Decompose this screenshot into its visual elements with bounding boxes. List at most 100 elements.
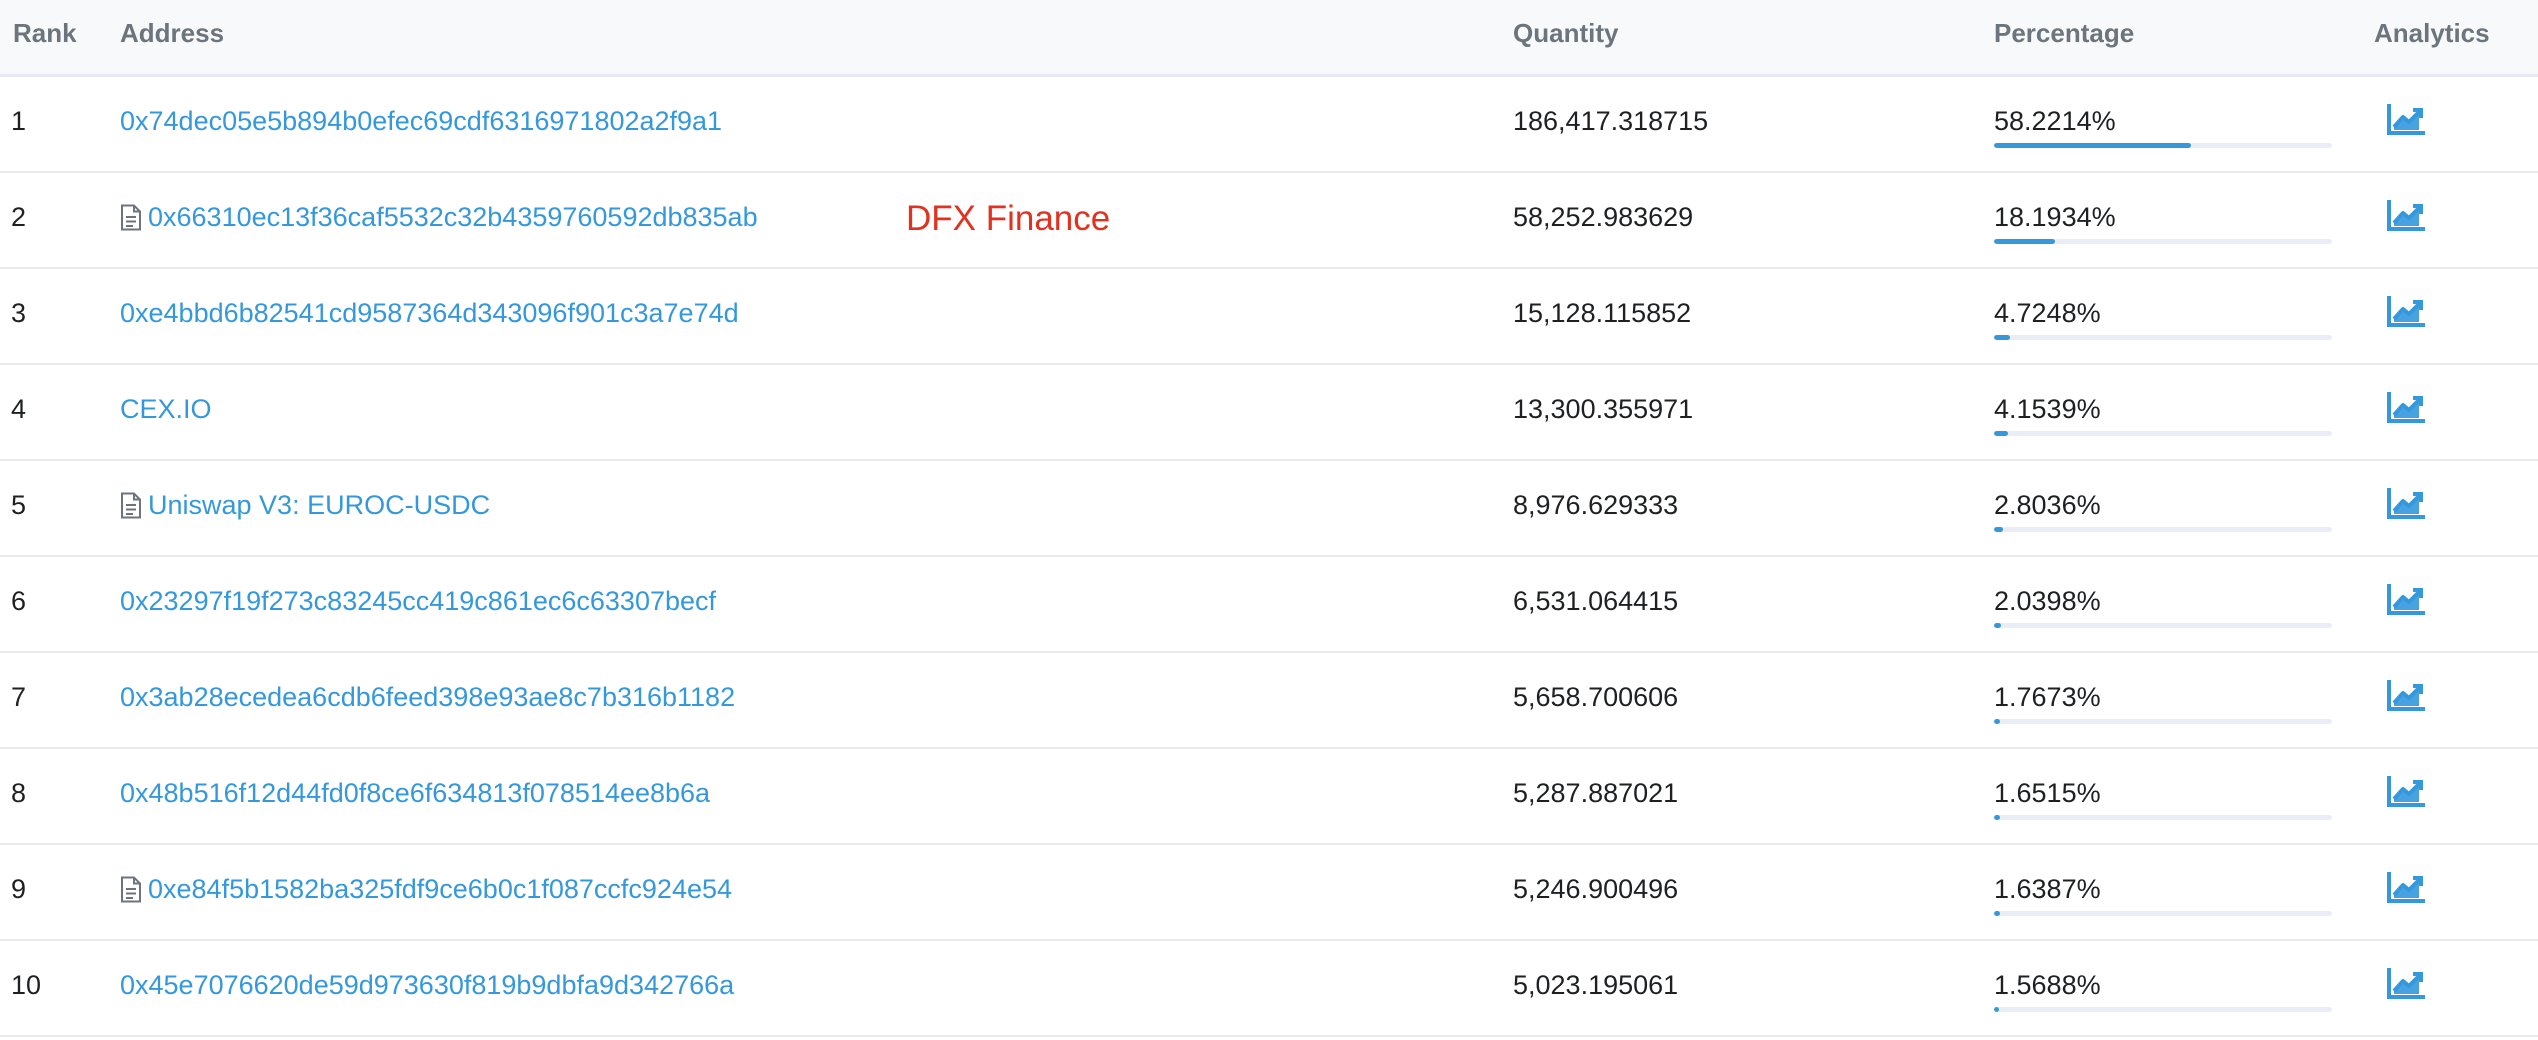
- address-link[interactable]: 0x48b516f12d44fd0f8ce6f634813f078514ee8b…: [120, 775, 710, 811]
- rank-cell: 9: [11, 874, 27, 904]
- address-link[interactable]: 0x45e7076620de59d973630f819b9dbfa9d34276…: [120, 967, 734, 1003]
- analytics-chart-icon[interactable]: [2386, 199, 2426, 233]
- quantity-cell: 58,252.983629: [1513, 202, 1694, 232]
- table-row: 1 0x74dec05e5b894b0efec69cdf6316971802a2f…: [0, 77, 2538, 173]
- percentage-cell: 58.2214%: [1994, 106, 2116, 136]
- percentage-cell: 4.1539%: [1994, 394, 2101, 424]
- table-row: 6 0x23297f19f273c83245cc419c861ec6c63307b…: [0, 557, 2538, 653]
- rank-cell: 3: [11, 298, 27, 328]
- address-cell: 0x45e7076620de59d973630f819b9dbfa9d34276…: [120, 967, 734, 1003]
- table-header: Rank Address Quantity Percentage Analyti…: [0, 0, 2538, 77]
- address-link[interactable]: 0x66310ec13f36caf5532c32b4359760592db835…: [148, 199, 758, 235]
- percentage-bar: [1994, 239, 2332, 244]
- rank-cell: 8: [11, 778, 27, 808]
- annotation-label: DFX Finance: [906, 199, 1111, 238]
- rank-cell: 5: [11, 490, 27, 520]
- quantity-cell: 186,417.318715: [1513, 106, 1709, 136]
- header-rank: Rank: [13, 18, 77, 48]
- quantity-cell: 5,023.195061: [1513, 970, 1679, 1000]
- percentage-bar: [1994, 335, 2332, 340]
- percentage-cell: 1.6387%: [1994, 874, 2101, 904]
- table-row: 9 0xe84f5b1582ba325fdf9ce6b0c1f087ccfc924…: [0, 845, 2538, 941]
- address-link[interactable]: CEX.IO: [120, 391, 212, 427]
- percentage-bar: [1994, 623, 2332, 628]
- percentage-bar-fill: [1994, 719, 2000, 724]
- percentage-cell: 2.0398%: [1994, 586, 2101, 616]
- rank-cell: 7: [11, 682, 27, 712]
- analytics-chart-icon[interactable]: [2386, 871, 2426, 905]
- table-row: 8 0x48b516f12d44fd0f8ce6f634813f078514ee8…: [0, 749, 2538, 845]
- table-row: 4 CEX.IO 13,300.355971 4.1539%: [0, 365, 2538, 461]
- percentage-bar: [1994, 431, 2332, 436]
- percentage-bar-fill: [1994, 1007, 2000, 1012]
- percentage-cell: 18.1934%: [1994, 202, 2116, 232]
- table-row: 5 Uniswap V3: EUROC-USDC 8,976.629333 2.803…: [0, 461, 2538, 557]
- percentage-cell: 1.5688%: [1994, 970, 2101, 1000]
- percentage-bar-fill: [1994, 623, 2001, 628]
- percentage-bar: [1994, 911, 2332, 916]
- token-holders-table: Rank Address Quantity Percentage Analyti…: [0, 0, 2538, 1040]
- address-cell: 0x48b516f12d44fd0f8ce6f634813f078514ee8b…: [120, 775, 710, 811]
- rank-cell: 2: [11, 202, 27, 232]
- percentage-cell: 1.6515%: [1994, 778, 2101, 808]
- address-link[interactable]: 0xe84f5b1582ba325fdf9ce6b0c1f087ccfc924e…: [148, 871, 732, 907]
- address-link[interactable]: 0x23297f19f273c83245cc419c861ec6c63307be…: [120, 583, 716, 619]
- address-link[interactable]: Uniswap V3: EUROC-USDC: [148, 487, 490, 523]
- address-link[interactable]: 0xe4bbd6b82541cd9587364d343096f901c3a7e7…: [120, 295, 739, 331]
- quantity-cell: 8,976.629333: [1513, 490, 1679, 520]
- address-cell: 0xe4bbd6b82541cd9587364d343096f901c3a7e7…: [120, 295, 739, 331]
- percentage-bar-fill: [1994, 335, 2010, 340]
- percentage-bar-fill: [1994, 143, 2191, 148]
- rank-cell: 6: [11, 586, 27, 616]
- quantity-cell: 6,531.064415: [1513, 586, 1679, 616]
- percentage-bar-fill: [1994, 911, 2000, 916]
- quantity-cell: 5,658.700606: [1513, 682, 1679, 712]
- analytics-chart-icon[interactable]: [2386, 487, 2426, 521]
- percentage-cell: 4.7248%: [1994, 298, 2101, 328]
- quantity-cell: 13,300.355971: [1513, 394, 1694, 424]
- analytics-chart-icon[interactable]: [2386, 679, 2426, 713]
- header-percentage: Percentage: [1994, 18, 2135, 48]
- analytics-chart-icon[interactable]: [2386, 295, 2426, 329]
- address-cell: 0xe84f5b1582ba325fdf9ce6b0c1f087ccfc924e…: [120, 871, 732, 907]
- address-link[interactable]: 0x3ab28ecedea6cdb6feed398e93ae8c7b316b11…: [120, 679, 735, 715]
- percentage-bar-fill: [1994, 239, 2056, 244]
- header-address: Address: [120, 18, 225, 48]
- rank-cell: 4: [11, 394, 27, 424]
- address-cell: 0x66310ec13f36caf5532c32b4359760592db835…: [120, 199, 758, 235]
- address-cell: 0x74dec05e5b894b0efec69cdf6316971802a2f9…: [120, 103, 722, 139]
- table-row: 2 0x66310ec13f36caf5532c32b4359760592db83…: [0, 173, 2538, 269]
- analytics-chart-icon[interactable]: [2386, 967, 2426, 1001]
- percentage-bar: [1994, 815, 2332, 820]
- rank-cell: 1: [11, 106, 27, 136]
- analytics-chart-icon[interactable]: [2386, 103, 2426, 137]
- table-row: 7 0x3ab28ecedea6cdb6feed398e93ae8c7b316b1…: [0, 653, 2538, 749]
- quantity-cell: 15,128.115852: [1513, 298, 1692, 328]
- percentage-bar-fill: [1994, 431, 2009, 436]
- table-row: 10 0x45e7076620de59d973630f819b9dbfa9d342…: [0, 941, 2538, 1037]
- percentage-bar: [1994, 143, 2332, 148]
- quantity-cell: 5,246.900496: [1513, 874, 1679, 904]
- address-cell: CEX.IO: [120, 391, 212, 427]
- contract-file-icon: [120, 492, 142, 519]
- percentage-bar: [1994, 1007, 2332, 1012]
- percentage-bar-fill: [1994, 815, 2000, 820]
- analytics-chart-icon[interactable]: [2386, 583, 2426, 617]
- percentage-bar-fill: [1994, 527, 2004, 532]
- address-cell: Uniswap V3: EUROC-USDC: [120, 487, 490, 523]
- analytics-chart-icon[interactable]: [2386, 391, 2426, 425]
- contract-file-icon: [120, 204, 142, 231]
- percentage-bar: [1994, 527, 2332, 532]
- address-cell: 0x3ab28ecedea6cdb6feed398e93ae8c7b316b11…: [120, 679, 735, 715]
- percentage-bar: [1994, 719, 2332, 724]
- percentage-cell: 1.7673%: [1994, 682, 2101, 712]
- header-analytics: Analytics: [2374, 18, 2490, 48]
- analytics-chart-icon[interactable]: [2386, 775, 2426, 809]
- address-link[interactable]: 0x74dec05e5b894b0efec69cdf6316971802a2f9…: [120, 103, 722, 139]
- header-quantity: Quantity: [1513, 18, 1619, 48]
- table-row: 3 0xe4bbd6b82541cd9587364d343096f901c3a7e…: [0, 269, 2538, 365]
- percentage-cell: 2.8036%: [1994, 490, 2101, 520]
- address-cell: 0x23297f19f273c83245cc419c861ec6c63307be…: [120, 583, 716, 619]
- contract-file-icon: [120, 876, 142, 903]
- rank-cell: 10: [11, 970, 42, 1000]
